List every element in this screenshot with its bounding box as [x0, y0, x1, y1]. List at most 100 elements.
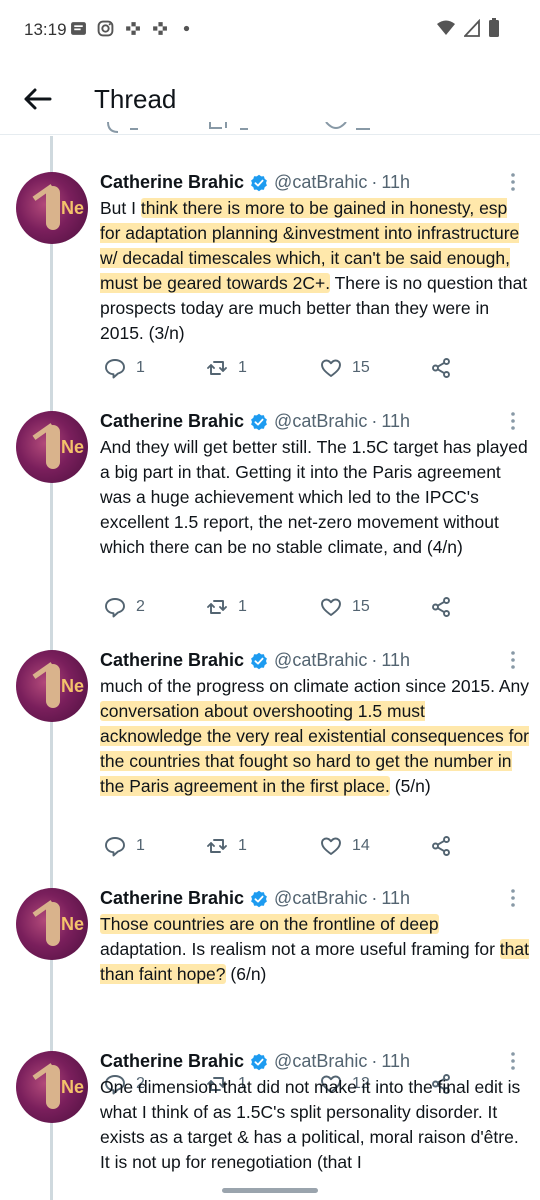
author-handle[interactable]: @catBrahic: [274, 1051, 367, 1072]
tweet-time: 11h: [381, 411, 411, 431]
share-button[interactable]: [430, 353, 452, 383]
like-icon: [321, 837, 341, 855]
separator-dot: ·: [371, 411, 378, 431]
avatar[interactable]: Ne: [16, 411, 88, 483]
tweet-text: One dimension that did not make it into …: [100, 1075, 530, 1175]
tweet-text: Those countries are on the frontline of …: [100, 912, 530, 987]
separator-dot: ·: [371, 1051, 378, 1071]
share-icon: [432, 597, 450, 617]
verified-badge-icon: [251, 413, 267, 430]
reply-icon: [105, 359, 125, 379]
verified-badge-icon: [251, 1053, 267, 1070]
more-options-icon[interactable]: [504, 650, 522, 670]
tweet-time: 11h: [381, 1051, 411, 1071]
avatar[interactable]: Ne: [16, 650, 88, 722]
dot-icon: [183, 25, 190, 32]
tweet-text: But I think there is more to be gained i…: [100, 196, 530, 346]
reply-button[interactable]: 1: [104, 353, 145, 383]
system-icons: [436, 18, 500, 38]
retweet-button[interactable]: 1: [206, 831, 247, 861]
tweet-time: 11h: [381, 888, 411, 908]
tweet-header: Catherine Brahic @catBrahic · 11h: [100, 411, 410, 432]
avatar[interactable]: Ne: [16, 888, 88, 960]
status-bar: 13:19: [0, 0, 540, 60]
tweet-time: 11h: [381, 172, 411, 192]
reply-button[interactable]: 2: [104, 592, 145, 622]
author-name[interactable]: Catherine Brahic: [100, 650, 244, 671]
verified-badge-icon: [251, 890, 267, 907]
reply-icon: [105, 837, 125, 857]
battery-icon: [489, 18, 499, 37]
tweet-header: Catherine Brahic @catBrahic · 11h: [100, 1051, 410, 1072]
like-count: 15: [352, 598, 370, 615]
more-options-icon[interactable]: [504, 172, 522, 192]
like-count: 15: [352, 359, 370, 376]
share-button[interactable]: [430, 831, 452, 861]
message-icon: [71, 22, 86, 35]
like-count: 14: [352, 837, 370, 854]
reply-count: 2: [136, 598, 145, 615]
retweet-icon: [207, 361, 227, 375]
verified-badge-icon: [251, 652, 267, 669]
reply-icon: [105, 598, 125, 618]
more-options-icon[interactable]: [504, 888, 522, 908]
retweet-count: 1: [238, 598, 247, 615]
tweet-actions: 1 1 14: [100, 831, 530, 861]
gesture-nav-handle[interactable]: [222, 1188, 318, 1193]
reply-count: 1: [136, 837, 145, 854]
avatar[interactable]: Ne: [16, 172, 88, 244]
like-button[interactable]: 14: [320, 831, 370, 861]
retweet-button[interactable]: 1: [206, 353, 247, 383]
more-options-icon[interactable]: [504, 1051, 522, 1071]
text-segment: (5/n): [389, 776, 431, 796]
author-name[interactable]: Catherine Brahic: [100, 172, 244, 193]
text-segment: adaptation. Is realism not a more useful…: [100, 939, 500, 959]
notification-icons: [70, 20, 195, 37]
app-icon: [153, 22, 167, 35]
tweet-actions: 1 1 15: [100, 353, 530, 383]
tweet-header: Catherine Brahic @catBrahic · 11h: [100, 888, 410, 909]
like-icon: [321, 359, 341, 377]
text-segment: But I: [100, 198, 141, 218]
highlighted-text: conversation about overshooting 1.5 must…: [100, 701, 529, 796]
tweet-actions: 2 1 15: [100, 592, 530, 622]
text-segment: One dimension that did not make it into …: [100, 1077, 521, 1172]
avatar[interactable]: Ne: [16, 1051, 88, 1123]
reply-count: 1: [136, 359, 145, 376]
tweet-header: Catherine Brahic @catBrahic · 11h: [100, 650, 410, 671]
retweet-button[interactable]: 1: [206, 592, 247, 622]
page-title: Thread: [94, 84, 177, 114]
like-button[interactable]: 15: [320, 353, 370, 383]
more-options-icon[interactable]: [504, 411, 522, 431]
retweet-count: 1: [238, 837, 247, 854]
author-name[interactable]: Catherine Brahic: [100, 888, 244, 909]
retweet-icon: [207, 839, 227, 853]
retweet-icon: [207, 600, 227, 614]
wifi-icon: [437, 20, 455, 35]
separator-dot: ·: [371, 888, 378, 908]
text-segment: much of the progress on climate action s…: [100, 676, 529, 696]
verified-badge-icon: [251, 174, 267, 191]
author-handle[interactable]: @catBrahic: [274, 172, 367, 193]
signal-icon: [464, 19, 480, 37]
author-handle[interactable]: @catBrahic: [274, 650, 367, 671]
highlighted-text: Those countries are on the frontline of …: [100, 914, 439, 934]
like-button[interactable]: 15: [320, 592, 370, 622]
reply-button[interactable]: 1: [104, 831, 145, 861]
status-time: 13:19: [24, 20, 67, 39]
retweet-count: 1: [238, 359, 247, 376]
instagram-icon: [97, 20, 114, 37]
author-handle[interactable]: @catBrahic: [274, 411, 367, 432]
author-name[interactable]: Catherine Brahic: [100, 1051, 244, 1072]
separator-dot: ·: [371, 172, 378, 192]
text-segment: (6/n): [225, 964, 267, 984]
share-icon: [432, 358, 450, 378]
like-icon: [321, 598, 341, 616]
share-button[interactable]: [430, 592, 452, 622]
app-icon: [126, 22, 140, 35]
author-handle[interactable]: @catBrahic: [274, 888, 367, 909]
text-segment: And they will get better still. The 1.5C…: [100, 437, 528, 557]
author-name[interactable]: Catherine Brahic: [100, 411, 244, 432]
back-arrow-icon[interactable]: [20, 82, 54, 116]
tweet-text: And they will get better still. The 1.5C…: [100, 435, 530, 560]
